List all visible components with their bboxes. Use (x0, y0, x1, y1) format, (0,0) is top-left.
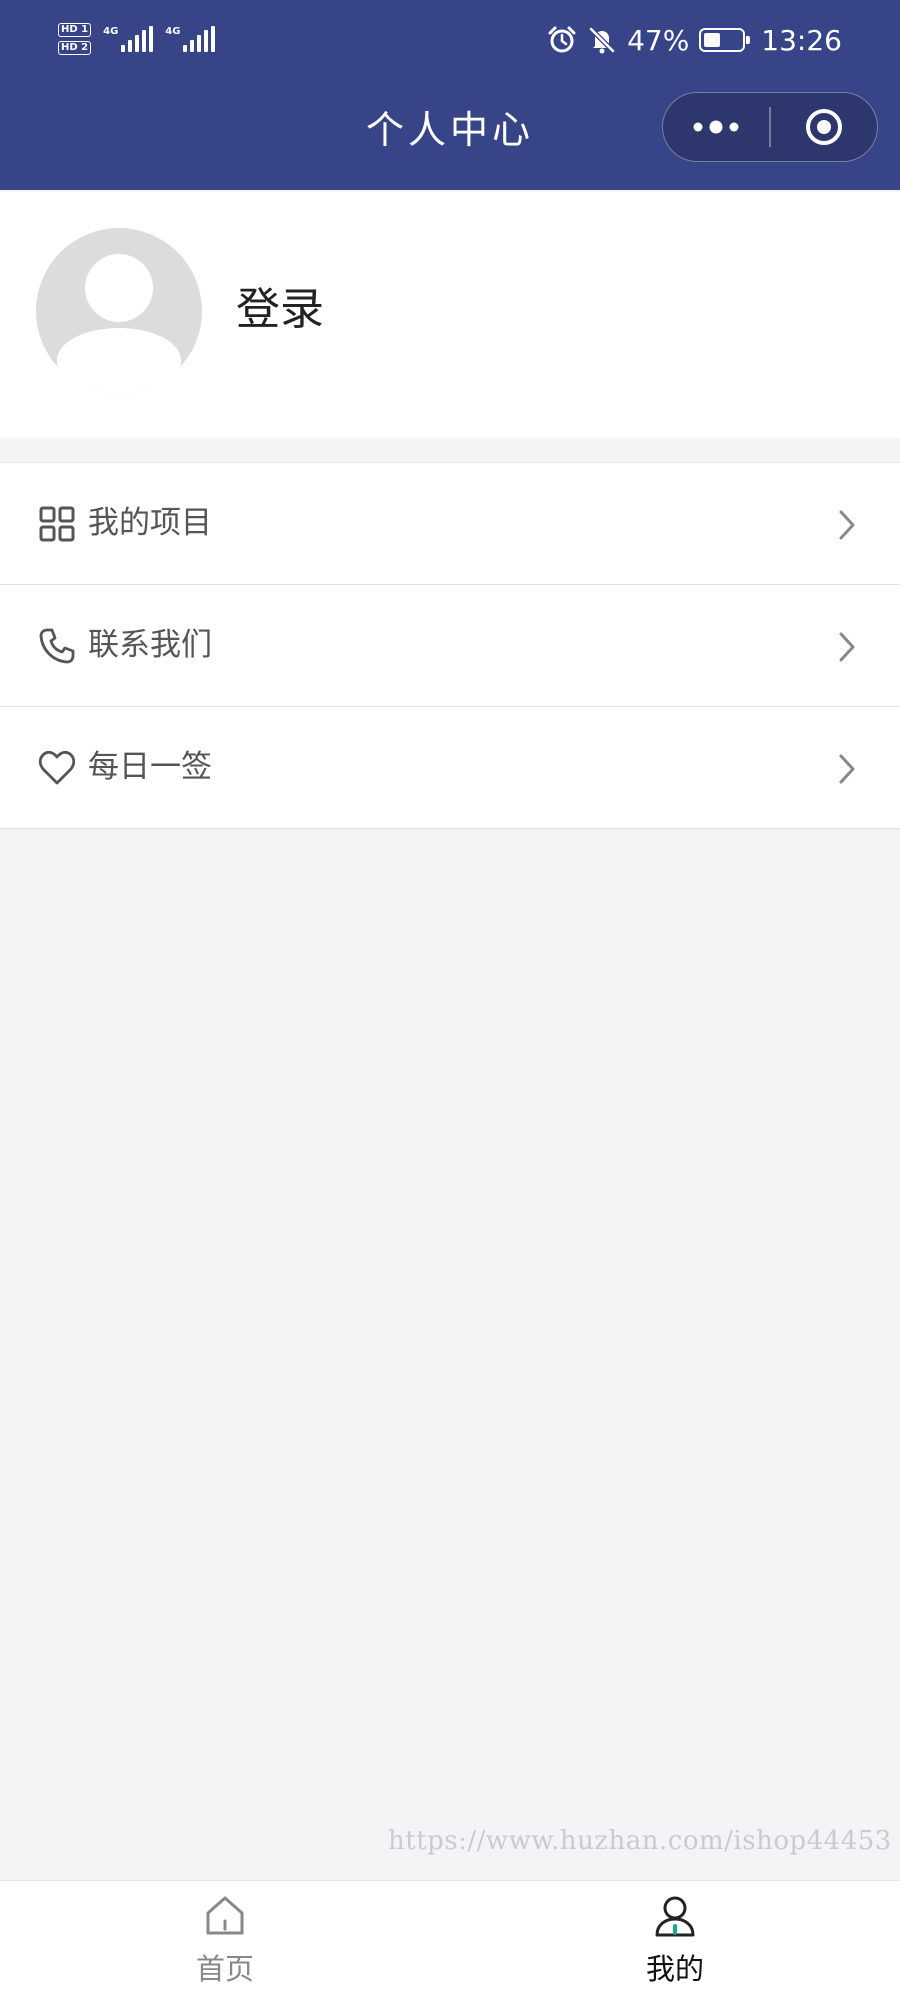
clock: 13:26 (761, 23, 842, 57)
close-mini-program-button[interactable] (771, 93, 877, 161)
phone-icon (39, 628, 75, 664)
sim2-label: HD 2 (58, 41, 92, 55)
watermark-text: https://www.huzhan.com/ishop44453 (388, 1826, 892, 1856)
menu-item-label: 每日一签 (88, 749, 212, 785)
signal-2-icon: 4G (165, 26, 216, 52)
menu-item-contact-us[interactable]: 联系我们 (0, 585, 900, 707)
tab-mine-label: 我的 (645, 1952, 704, 1986)
battery-level (704, 33, 721, 47)
header-bar: HD 1 HD 2 4G 4G 47% 13:26 个人中心 (0, 0, 900, 190)
menu-item-my-projects[interactable]: 我的项目 (0, 463, 900, 585)
bottom-tab-bar: 首页 我的 (0, 1880, 900, 2000)
sim1-indicator: HD 1 (58, 23, 92, 37)
chevron-right-icon (839, 632, 855, 662)
network2-label: 4G (165, 26, 181, 37)
chevron-right-icon (839, 754, 855, 784)
status-bar: HD 1 HD 2 4G 4G 47% 13:26 (0, 0, 900, 80)
menu-item-label: 联系我们 (88, 627, 212, 663)
tab-home-label: 首页 (195, 1952, 254, 1986)
target-icon (805, 109, 842, 145)
user-icon (655, 1896, 695, 1937)
tab-mine[interactable]: 我的 (450, 1881, 900, 2000)
login-link[interactable]: 登录 (236, 280, 324, 340)
signal-1-icon: 4G (103, 26, 154, 52)
more-button[interactable] (663, 93, 769, 161)
sim1-label: HD 1 (58, 23, 92, 37)
heart-icon (38, 750, 76, 785)
signal-area: HD 1 HD 2 4G 4G (58, 14, 216, 64)
avatar-silhouette (57, 254, 181, 394)
grid-icon (39, 506, 75, 542)
sim2-indicator: HD 2 (58, 41, 92, 55)
bell-muted-icon (589, 27, 615, 54)
tab-home[interactable]: 首页 (0, 1881, 450, 2000)
chevron-right-icon (839, 510, 855, 540)
network1-label: 4G (103, 26, 119, 37)
profile-card: 登录 (0, 192, 900, 438)
mini-program-capsule (662, 92, 878, 162)
more-dots-icon (693, 120, 739, 134)
home-icon (206, 1896, 244, 1935)
alarm-icon (548, 26, 576, 53)
menu-list: 我的项目 联系我们 每日一签 (0, 462, 900, 829)
menu-item-daily-sign[interactable]: 每日一签 (0, 707, 900, 829)
default-avatar-icon[interactable] (36, 228, 202, 394)
menu-item-label: 我的项目 (88, 505, 212, 541)
battery-icon (699, 28, 751, 52)
status-right: 47% 13:26 (547, 18, 842, 62)
battery-percent: 47% (627, 23, 690, 57)
